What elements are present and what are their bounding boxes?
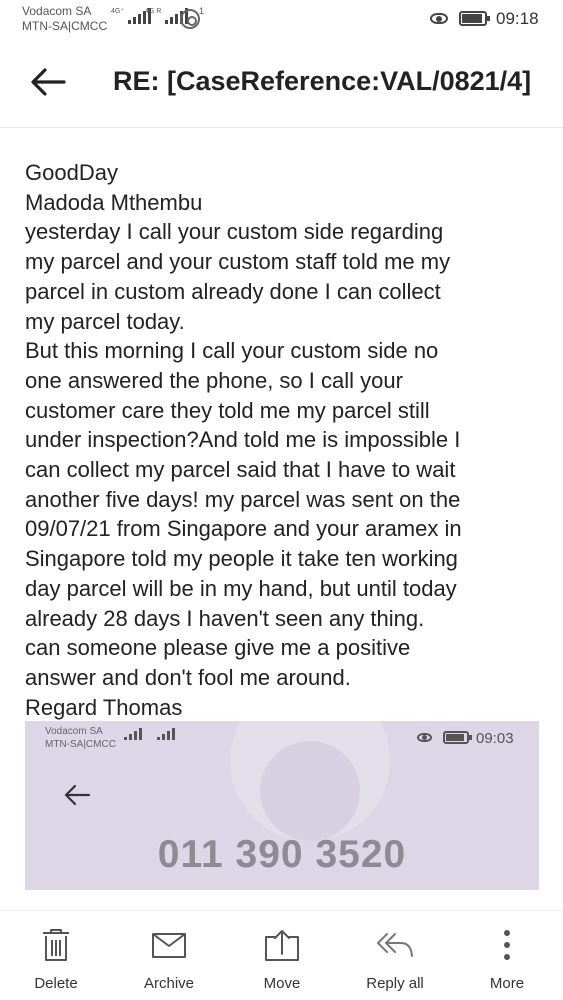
arrow-left-icon — [31, 68, 66, 96]
shot-battery-icon — [443, 731, 472, 744]
message-line: 09/07/21 from Singapore and your aramex … — [25, 516, 462, 542]
message-line: my parcel and your custom staff told me … — [25, 249, 451, 275]
contact-avatar-icon — [260, 741, 360, 841]
message-line: parcel in custom already done I can coll… — [25, 278, 441, 304]
archive-label: Archive — [143, 975, 195, 992]
status-bar: Vodacom SA MTN-SA|CMCC 4G⁺ 4G R 1 09:18 — [0, 0, 563, 38]
reply-all-icon — [377, 933, 413, 957]
message-line: under inspection?And told me is impossib… — [25, 427, 461, 453]
shot-signal-1-icon — [124, 728, 142, 740]
message-body: GoodDay Madoda Mthembu yesterday I call … — [25, 158, 545, 722]
message-line: day parcel will be in my hand, but until… — [25, 575, 457, 601]
app-bar: RE: [CaseReference:VAL/0821/4] — [0, 38, 563, 128]
more-label: More — [489, 975, 525, 992]
more-button[interactable]: More — [451, 911, 563, 1000]
message-line: yesterday I call your custom side regard… — [25, 219, 444, 245]
phone-number: 011 390 3520 — [157, 833, 407, 876]
message-line: GoodDay — [25, 160, 118, 185]
status-time: 09:18 — [496, 9, 539, 28]
shot-carrier-info: Vodacom SA MTN-SA|CMCC — [45, 725, 116, 751]
delete-label: Delete — [34, 975, 78, 992]
eye-comfort-icon — [430, 13, 448, 24]
archive-button[interactable]: Archive — [113, 911, 225, 1000]
message-line: customer care they told me my parcel sti… — [25, 397, 430, 423]
shot-carrier-1: Vodacom SA — [45, 726, 103, 737]
shot-carrier-2: MTN-SA|CMCC — [45, 739, 116, 750]
wifi-icon — [180, 9, 200, 29]
message-line: my parcel today. — [25, 308, 185, 334]
message-line: can someone please give me a positive — [25, 635, 411, 661]
arrow-left-icon — [64, 784, 91, 806]
carrier-2: MTN-SA|CMCC — [22, 19, 108, 33]
back-button[interactable] — [26, 60, 70, 104]
carrier-info: Vodacom SA MTN-SA|CMCC — [22, 4, 107, 34]
message-line: answer and don't fool me around. — [25, 664, 351, 690]
shot-signal-2-icon — [157, 728, 175, 740]
battery-icon — [459, 11, 490, 26]
message-line: Regard Thomas — [25, 694, 183, 720]
message-line: Madoda Mthembu — [25, 189, 203, 215]
signal-2-tag: 4G R — [145, 8, 162, 15]
move-icon — [265, 930, 299, 961]
more-vertical-icon — [504, 930, 510, 960]
message-line: can collect my parcel said that I have t… — [25, 457, 456, 483]
embedded-screenshot[interactable]: Vodacom SA MTN-SA|CMCC 09:03 011 390 352… — [25, 721, 539, 890]
shot-time: 09:03 — [476, 730, 514, 747]
carrier-1: Vodacom SA — [22, 4, 92, 18]
bottom-action-bar: Delete Archive Move Reply all More — [0, 910, 563, 1000]
reply-all-button[interactable]: Reply all — [339, 911, 451, 1000]
move-button[interactable]: Move — [226, 911, 338, 1000]
message-line: another five days! my parcel was sent on… — [25, 486, 461, 512]
message-line: But this morning I call your custom side… — [25, 338, 439, 364]
signal-1-tag: 4G⁺ — [111, 8, 125, 15]
wifi-superscript: 1 — [199, 6, 205, 16]
message-line: already 28 days I haven't seen any thing… — [25, 605, 425, 631]
message-line: Singapore told my people it take ten wor… — [25, 546, 458, 572]
reply-all-label: Reply all — [366, 975, 424, 992]
trash-icon — [43, 929, 69, 961]
shot-back-button — [61, 779, 93, 811]
shot-eye-icon — [417, 733, 432, 742]
email-subject: RE: [CaseReference:VAL/0821/4] — [113, 66, 532, 96]
archive-icon — [152, 933, 186, 958]
move-label: Move — [263, 975, 301, 992]
message-line: one answered the phone, so I call your — [25, 367, 403, 393]
delete-button[interactable]: Delete — [0, 911, 112, 1000]
